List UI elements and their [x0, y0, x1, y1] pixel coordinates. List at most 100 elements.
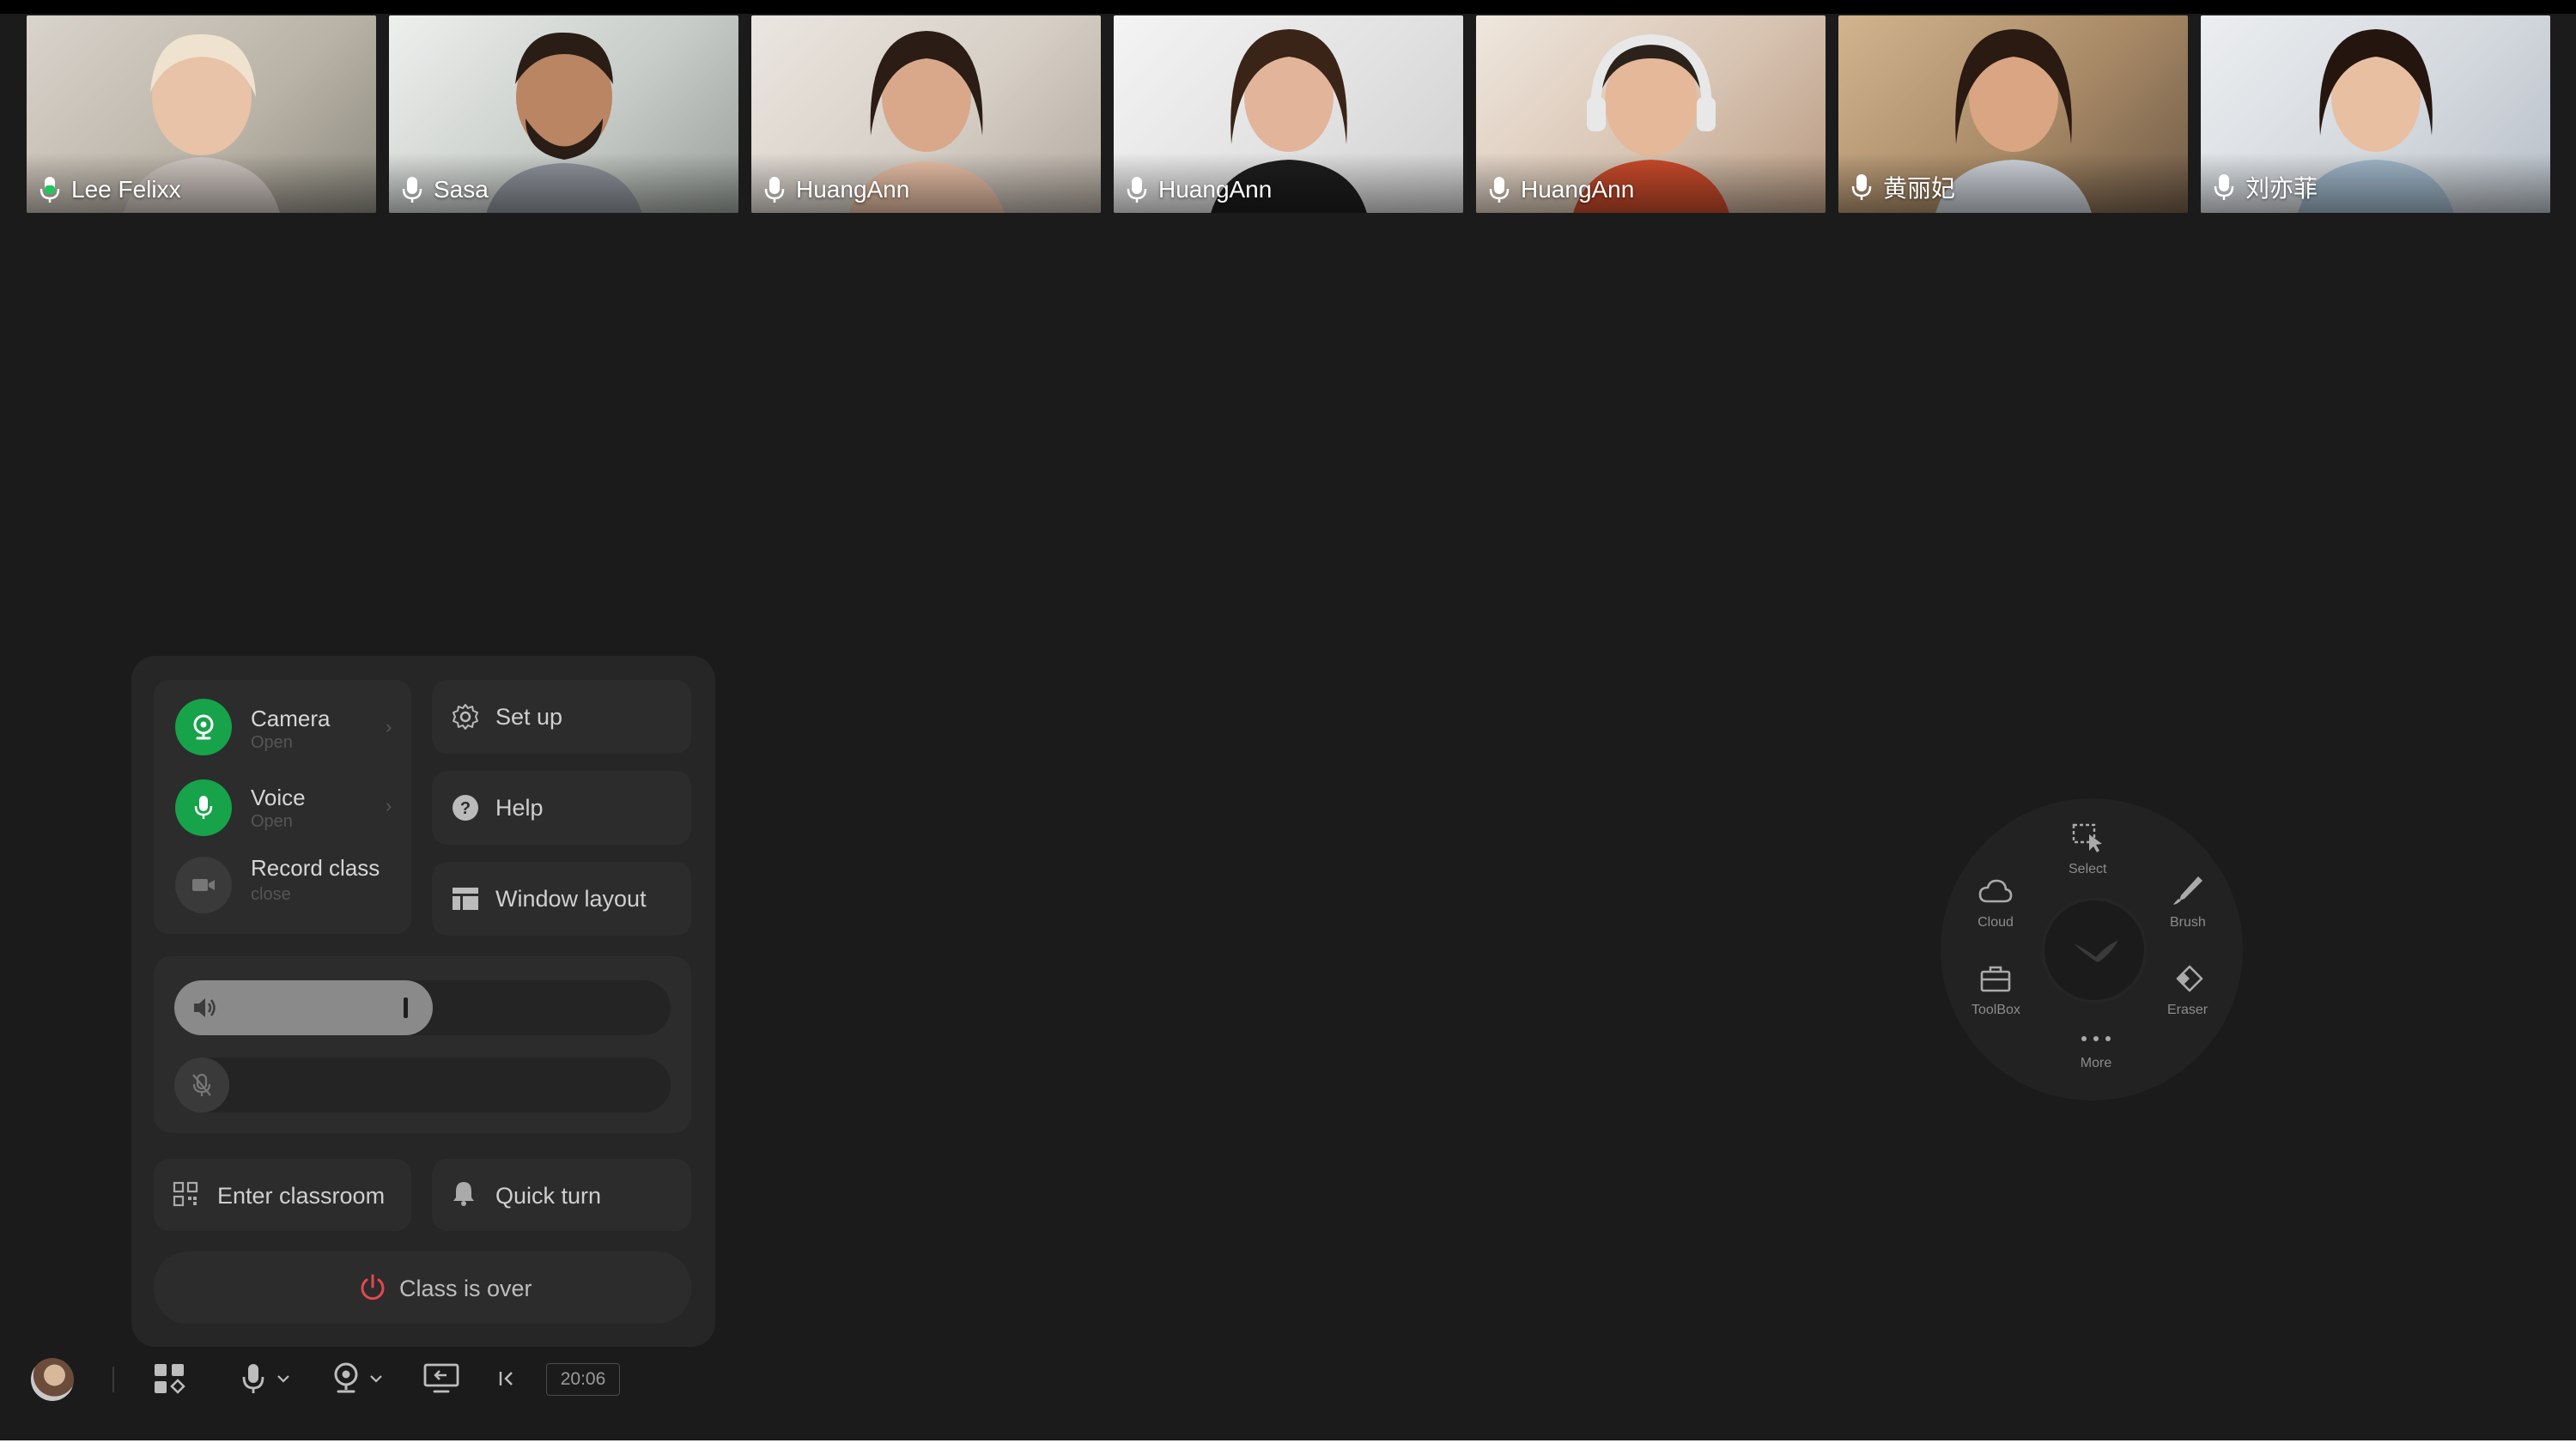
enter-classroom-label: Enter classroom — [217, 1183, 386, 1209]
speaker-icon — [194, 998, 216, 1017]
help-icon: ? — [453, 795, 478, 821]
participant-tile[interactable]: Lee Felixx — [27, 15, 376, 213]
window-layout-label: Window layout — [495, 886, 647, 912]
participant-name-tag: HuangAnn — [1126, 175, 1272, 204]
mic-icon — [402, 177, 422, 203]
toolbox-label: ToolBox — [1971, 1003, 2020, 1017]
camera-icon — [193, 714, 214, 740]
setup-button[interactable]: Set up — [432, 680, 691, 754]
participant-name-tag: HuangAnn — [763, 175, 909, 204]
video-camera-icon — [192, 879, 215, 891]
brand-logo-icon — [2074, 940, 2118, 962]
brush-tool[interactable]: Brush — [2170, 874, 2206, 931]
record-class-label: Record class — [251, 855, 380, 881]
toolbox-tool[interactable]: ToolBox — [1971, 963, 2020, 1018]
chevron-down-icon[interactable] — [369, 1373, 383, 1384]
screen-share-icon[interactable] — [422, 1362, 460, 1395]
eraser-label: Eraser — [2167, 1003, 2208, 1017]
help-button[interactable]: ? Help — [432, 771, 691, 845]
setup-label: Set up — [495, 704, 563, 730]
record-icon-button[interactable] — [175, 857, 232, 913]
more-tool[interactable]: More — [2077, 1030, 2115, 1071]
participant-tile[interactable]: HuangAnn — [751, 15, 1101, 213]
voice-toggle[interactable]: Voice Open › — [154, 762, 411, 841]
toolbar-mic-icon[interactable] — [240, 1361, 266, 1396]
participant-tile[interactable]: HuangAnn — [1476, 15, 1826, 213]
participant-name: 黄丽妃 — [1883, 175, 1956, 202]
brush-icon — [2172, 876, 2202, 905]
window-bottom-edge — [0, 1440, 2576, 1449]
participant-name: HuangAnn — [1521, 176, 1635, 203]
speaker-volume-thumb[interactable] — [404, 997, 408, 1018]
camera-toggle[interactable]: Camera Open › — [154, 680, 411, 762]
device-card: Camera Open › Voice Open › Record class … — [154, 680, 411, 934]
class-over-label: Class is over — [399, 1276, 532, 1301]
help-label: Help — [495, 795, 544, 821]
voice-label: Voice — [251, 785, 306, 810]
svg-text:?: ? — [460, 799, 471, 818]
participant-name: Lee Felixx — [71, 176, 181, 203]
eraser-tool[interactable]: Eraser — [2167, 963, 2208, 1018]
tool-wheel-center[interactable] — [2041, 897, 2148, 1003]
speaker-volume-slider[interactable] — [174, 980, 671, 1035]
collapse-icon[interactable] — [496, 1368, 517, 1389]
chevron-down-icon[interactable] — [276, 1373, 290, 1384]
participant-name: HuangAnn — [796, 176, 910, 203]
camera-icon-button[interactable] — [175, 699, 232, 755]
cloud-tool[interactable]: Cloud — [1978, 877, 2014, 931]
more-label: More — [2080, 1056, 2112, 1070]
participant-name: Sasa — [434, 176, 489, 203]
mic-off-icon — [192, 1073, 211, 1096]
bell-icon — [453, 1182, 474, 1206]
cloud-label: Cloud — [1978, 915, 2014, 930]
quick-turn-button[interactable]: Quick turn — [432, 1159, 691, 1231]
eraser-icon — [2176, 965, 2202, 992]
camera-label: Camera — [251, 706, 331, 731]
bottom-toolbar — [0, 1339, 2576, 1425]
toolbar-camera-icon[interactable] — [331, 1361, 361, 1396]
apps-grid-icon[interactable] — [153, 1362, 185, 1395]
mic-muted-button[interactable] — [174, 1058, 229, 1113]
participant-name-tag: 黄丽妃 — [1850, 170, 1955, 204]
toolbar-divider — [112, 1367, 114, 1392]
camera-status: Open — [251, 733, 293, 752]
participant-tile[interactable]: 刘亦菲 — [2201, 15, 2550, 213]
control-panel: Camera Open › Voice Open › Record class … — [131, 656, 715, 1347]
mic-icon — [1489, 177, 1510, 203]
select-tool[interactable]: Select — [2069, 822, 2106, 877]
participant-name-tag: Lee Felixx — [39, 175, 181, 204]
participant-name: HuangAnn — [1158, 176, 1273, 203]
mic-icon — [1851, 174, 1872, 200]
brush-label: Brush — [2170, 915, 2206, 930]
class-timer: 20:06 — [546, 1363, 620, 1396]
mic-volume-slider[interactable] — [174, 1058, 671, 1113]
participant-name-tag: HuangAnn — [1488, 175, 1634, 204]
enter-classroom-button[interactable]: Enter classroom — [154, 1159, 411, 1231]
chevron-right-icon[interactable]: › — [386, 716, 392, 738]
participant-tile[interactable]: Sasa — [389, 15, 738, 213]
record-class-toggle[interactable]: Record class close — [154, 841, 411, 927]
cloud-icon — [1978, 879, 2013, 903]
participant-tile[interactable]: 黄丽妃 — [1838, 15, 2188, 213]
qr-code-icon — [173, 1181, 198, 1207]
mic-icon — [194, 796, 213, 819]
mic-active-icon — [39, 177, 60, 203]
select-label: Select — [2069, 862, 2107, 876]
class-over-button[interactable]: Class is over — [154, 1252, 691, 1324]
toolbox-icon — [1981, 966, 2011, 992]
record-class-status: close — [251, 885, 291, 904]
gear-icon — [453, 704, 478, 730]
chevron-right-icon[interactable]: › — [386, 795, 392, 817]
mic-icon-button[interactable] — [175, 779, 232, 836]
window-layout-button[interactable]: Window layout — [432, 862, 691, 936]
voice-status: Open — [251, 812, 293, 831]
window-top-strip — [0, 0, 2576, 14]
participant-name: 刘亦菲 — [2245, 175, 2318, 202]
mic-icon — [764, 177, 785, 203]
avatar[interactable] — [31, 1358, 74, 1401]
quick-turn-label: Quick turn — [495, 1183, 602, 1209]
participant-name-tag: Sasa — [401, 175, 489, 204]
participant-tile[interactable]: HuangAnn — [1114, 15, 1463, 213]
layout-icon — [453, 888, 478, 910]
participant-name-tag: 刘亦菲 — [2213, 170, 2318, 204]
